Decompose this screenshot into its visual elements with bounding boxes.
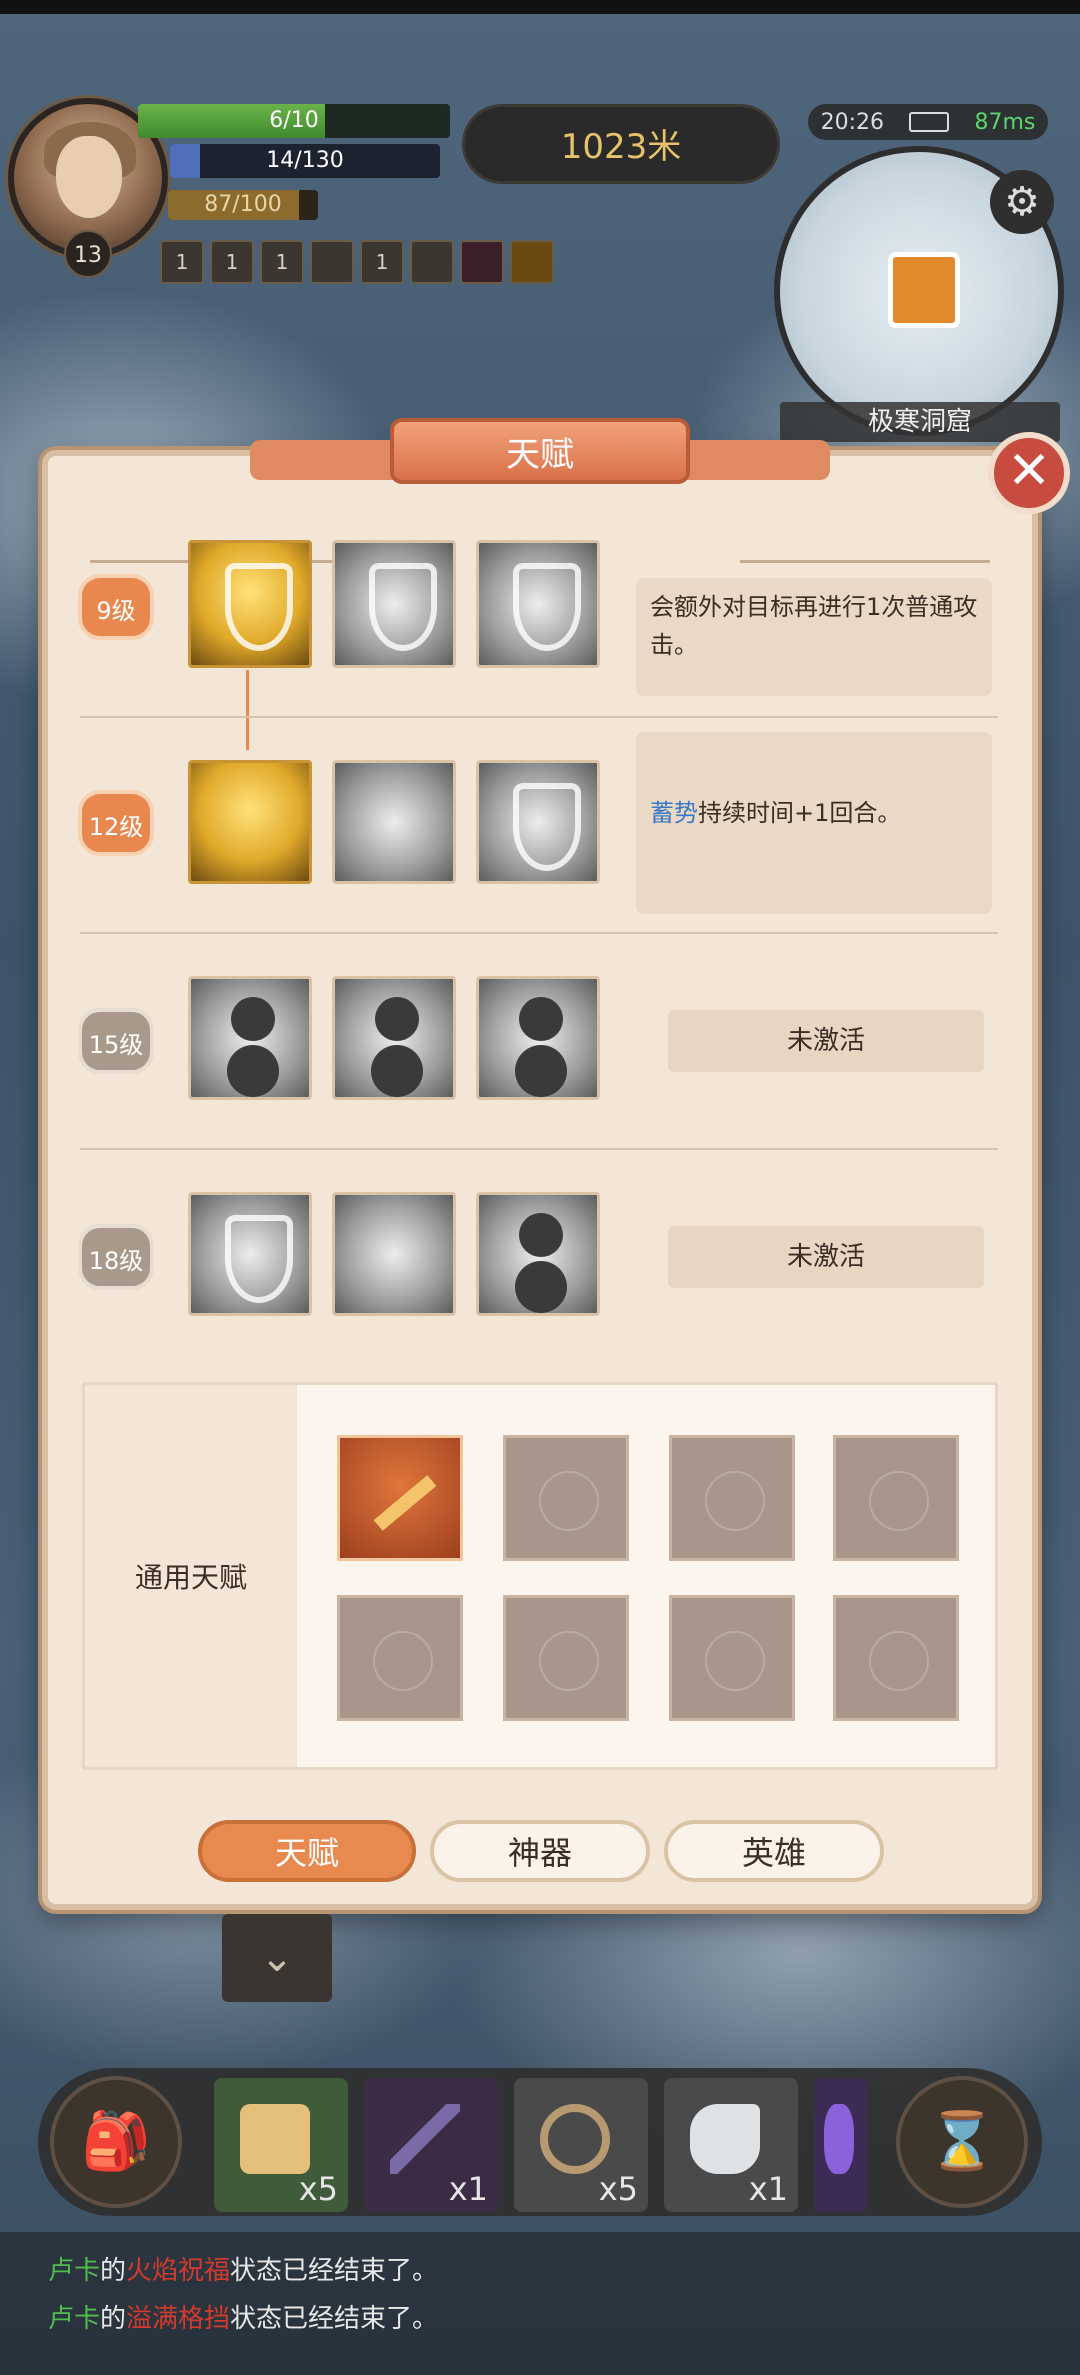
hp-text: 6/10 xyxy=(269,108,319,133)
gear-icon[interactable]: ⚙ xyxy=(990,170,1054,234)
item-count: x1 xyxy=(448,2170,488,2208)
claw-icon xyxy=(690,2104,760,2174)
log-name: 卢卡 xyxy=(48,2256,101,2286)
buff-icon[interactable]: 1 xyxy=(210,240,254,284)
log-rest: 状态已经结束了。 xyxy=(230,2256,439,2286)
level-badge-18: 18级 xyxy=(78,1224,154,1290)
clock-text: 20:26 xyxy=(820,109,885,135)
distance-display: 1023米 xyxy=(462,104,780,184)
battery-icon xyxy=(909,112,950,132)
talent-icon-figure[interactable] xyxy=(476,976,600,1100)
tab-artifact[interactable]: 神器 xyxy=(430,1820,650,1882)
row-divider xyxy=(80,1148,998,1150)
tab-hero[interactable]: 英雄 xyxy=(664,1820,884,1882)
inactive-status: 未激活 xyxy=(668,1010,984,1072)
inventory-item-crystal[interactable] xyxy=(814,2078,868,2212)
level-badge-15: 15级 xyxy=(78,1008,154,1074)
food-bar: 87/100 xyxy=(168,190,318,220)
buff-icon[interactable]: 1 xyxy=(360,240,404,284)
buff-icon[interactable] xyxy=(460,240,504,284)
buff-icon[interactable] xyxy=(410,240,454,284)
talent-icon-potion[interactable] xyxy=(332,1192,456,1316)
sword-icon xyxy=(390,2104,460,2174)
general-talent-slot-empty[interactable] xyxy=(503,1595,629,1721)
status-bar xyxy=(0,0,1080,14)
row-divider xyxy=(80,716,998,718)
general-talent-slot-empty[interactable] xyxy=(669,1595,795,1721)
talent-icon-shield[interactable] xyxy=(476,760,600,884)
inactive-status: 未激活 xyxy=(668,1226,984,1288)
talent-description: 会额外对目标再进行1次普通攻击。 xyxy=(636,578,992,696)
log-mid: 的 xyxy=(100,2256,127,2286)
hourglass-icon[interactable]: ⌛ xyxy=(896,2076,1028,2208)
inventory-item-rope[interactable]: x5 xyxy=(514,2078,648,2212)
buff-row: 1 1 1 1 xyxy=(160,240,554,284)
panel-title: 天赋 xyxy=(390,418,690,484)
level-badge-9: 9级 xyxy=(78,574,154,640)
log-name: 卢卡 xyxy=(48,2304,101,2334)
chevron-down-icon[interactable]: ⌄ xyxy=(222,1914,332,2002)
item-count: x5 xyxy=(298,2170,338,2208)
bread-icon xyxy=(240,2104,310,2174)
backpack-icon[interactable]: 🎒 xyxy=(50,2076,182,2208)
general-talent-section: 通用天赋 xyxy=(82,1382,998,1770)
buff-icon[interactable] xyxy=(310,240,354,284)
inventory-item-claw[interactable]: x1 xyxy=(664,2078,798,2212)
level-badge-12: 12级 xyxy=(78,790,154,856)
log-mid: 的 xyxy=(100,2304,127,2334)
food-text: 87/100 xyxy=(204,192,282,217)
log-line: 卢卡的溢满格挡状态已经结束了。 xyxy=(48,2298,438,2335)
general-talent-slot-empty[interactable] xyxy=(669,1435,795,1561)
map-marker-icon xyxy=(888,252,960,328)
talent-icon-blade[interactable] xyxy=(188,760,312,884)
talent-icon-figure[interactable] xyxy=(476,1192,600,1316)
crystal-icon xyxy=(824,2104,854,2174)
log-rest: 状态已经结束了。 xyxy=(230,2304,439,2334)
avatar-face xyxy=(56,136,122,218)
inventory-item-bread[interactable]: x5 xyxy=(214,2078,348,2212)
mp-text: 14/130 xyxy=(266,148,344,173)
general-talent-slot-empty[interactable] xyxy=(833,1435,959,1561)
sword-icon xyxy=(373,1475,437,1531)
item-count: x5 xyxy=(598,2170,638,2208)
talent-icon-shield[interactable] xyxy=(332,540,456,668)
log-skill: 溢满格挡 xyxy=(126,2304,231,2334)
row-divider xyxy=(80,932,998,934)
log-skill: 火焰祝福 xyxy=(126,2256,231,2286)
tab-talent[interactable]: 天赋 xyxy=(198,1820,416,1882)
description-text: 持续时间+1回合。 xyxy=(698,799,902,827)
talent-icon-book[interactable] xyxy=(332,760,456,884)
general-talent-slot-empty[interactable] xyxy=(503,1435,629,1561)
general-talent-slot-sword[interactable] xyxy=(337,1435,463,1561)
general-talent-slot-empty[interactable] xyxy=(833,1595,959,1721)
ping-text: 87ms xyxy=(974,109,1036,135)
inventory-item-sword[interactable]: x1 xyxy=(364,2078,498,2212)
general-talent-slot-empty[interactable] xyxy=(337,1595,463,1721)
mp-bar: 14/130 xyxy=(170,144,440,178)
talent-icon-shield[interactable] xyxy=(188,540,312,668)
rope-icon xyxy=(540,2104,610,2174)
close-button[interactable]: ✕ xyxy=(988,432,1070,514)
talent-connector xyxy=(246,670,249,750)
keyword-link[interactable]: 蓄势 xyxy=(650,799,698,827)
talent-icon-figure[interactable] xyxy=(332,976,456,1100)
hp-bar: 6/10 xyxy=(138,104,450,138)
buff-icon[interactable] xyxy=(510,240,554,284)
buff-icon[interactable]: 1 xyxy=(260,240,304,284)
talent-description: 蓄势持续时间+1回合。 xyxy=(636,732,992,914)
talent-icon-shield[interactable] xyxy=(188,1192,312,1316)
general-talent-label: 通用天赋 xyxy=(134,1561,247,1594)
system-status: 20:26 87ms xyxy=(808,104,1048,140)
talent-icon-figure[interactable] xyxy=(188,976,312,1100)
talent-icon-shield[interactable] xyxy=(476,540,600,668)
buff-icon[interactable]: 1 xyxy=(160,240,204,284)
item-count: x1 xyxy=(748,2170,788,2208)
player-level-badge: 13 xyxy=(64,230,112,278)
log-line: 卢卡的火焰祝福状态已经结束了。 xyxy=(48,2250,438,2287)
